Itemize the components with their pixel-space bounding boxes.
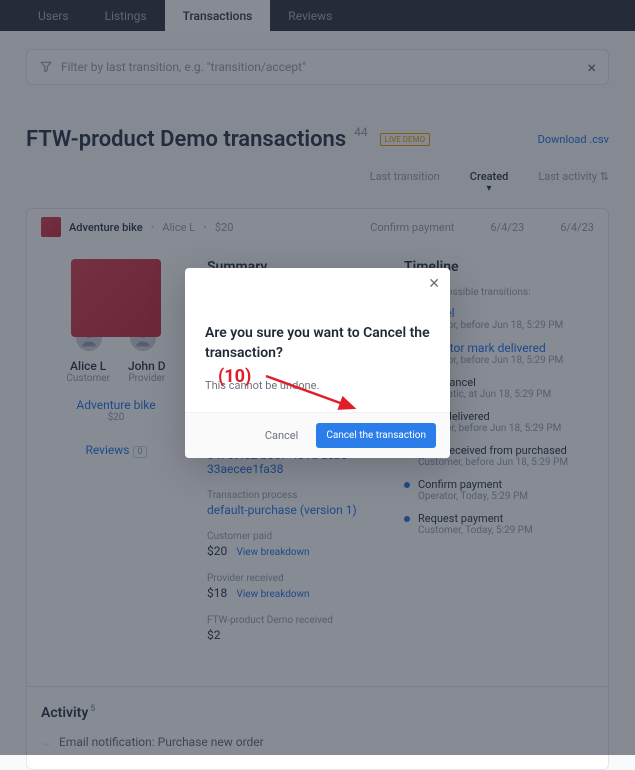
modal-text: This cannot be undone. — [205, 379, 430, 392]
modal-confirm-button[interactable]: Cancel the transaction — [316, 423, 436, 448]
modal-backdrop[interactable]: ✕ Are you sure you want to Cancel the tr… — [0, 0, 635, 755]
modal-close-icon[interactable]: ✕ — [418, 268, 450, 300]
modal-title: Are you sure you want to Cancel the tran… — [205, 324, 430, 363]
cancel-transaction-modal: ✕ Are you sure you want to Cancel the tr… — [185, 268, 450, 458]
modal-footer: Cancel Cancel the transaction — [185, 412, 450, 458]
modal-cancel-button[interactable]: Cancel — [261, 423, 302, 448]
